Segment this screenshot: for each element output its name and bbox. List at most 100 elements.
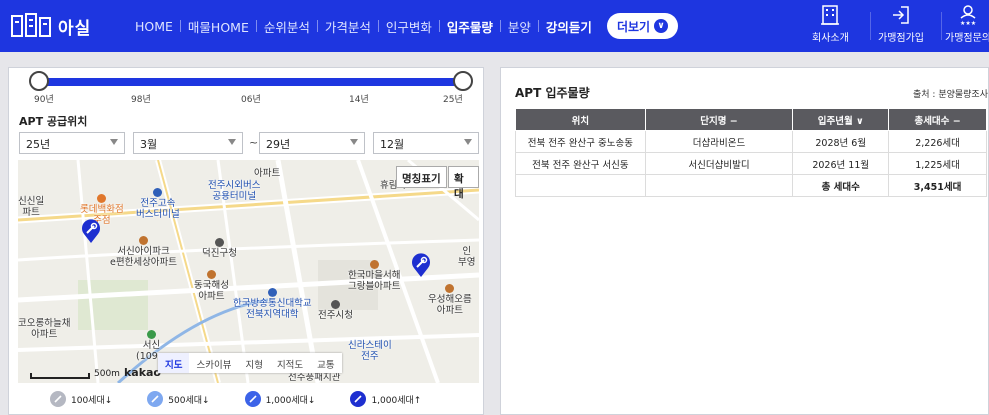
park-icon (146, 330, 156, 339)
year-range-slider[interactable] (31, 78, 461, 86)
to-year-select[interactable]: 29년 (259, 132, 365, 154)
table-row[interactable]: 전북 전주 완산구 서신동 서신더샵비발디 2026년 11월 1,225세대 (515, 152, 987, 175)
more-button[interactable]: 더보기 ∨ (606, 13, 679, 39)
map-label-text: 한국방송통신대학교 전북지역대학 (233, 298, 312, 320)
tab-map[interactable]: 지도 (158, 353, 190, 373)
map-provider-logo: kakao (123, 366, 161, 379)
company-info-link[interactable]: 회사소개 (812, 4, 849, 44)
to-month-value: 12월 (380, 138, 405, 151)
cell-households: 2,226세대 (888, 130, 987, 153)
map-label: 신신일 파트 (18, 196, 44, 218)
nav-home[interactable]: HOME (128, 19, 180, 34)
nav-move-in-supply[interactable]: 입주물량 (440, 17, 500, 36)
slider-start-handle[interactable] (29, 71, 49, 91)
slider-tick: 14년 (349, 95, 369, 105)
map-label-text: 전주고속 버스터미널 (136, 198, 180, 220)
district-office-icon (214, 238, 224, 247)
slider-end-handle[interactable] (453, 71, 473, 91)
map-label-text: 아파트 (254, 168, 281, 179)
franchise-inquiry-link[interactable]: ★★★ 가맹점문의 (945, 4, 989, 44)
table-header-row: 위치 단지명 − 입주년월 ∨ 총세대수 − (515, 108, 987, 131)
from-year-value: 25년 (26, 138, 51, 151)
building-icon (821, 5, 840, 25)
people-icon: ★★★ (960, 5, 976, 26)
to-month-select[interactable]: 12월 (373, 132, 479, 154)
map-label: 신라스테이 전주 (348, 340, 392, 362)
tab-cadastral[interactable]: 지적도 (270, 353, 310, 373)
pin-blue-icon (244, 391, 261, 407)
map-label: 전주고속 버스터미널 (136, 188, 180, 220)
pin-legend: 100세대↓ 500세대↓ 1,000세대↓ 1,000세대↑ (49, 390, 421, 408)
logo-icon (11, 13, 51, 37)
map-label-text: 전주풍패지관 (288, 372, 341, 383)
dept-store-icon (97, 194, 107, 203)
franchise-inquiry-label: 가맹점문의 (945, 33, 989, 44)
map-label-text: 한국마을서해 그랑블아파트 (348, 270, 401, 292)
company-info-label: 회사소개 (812, 33, 849, 44)
menu-divider (941, 12, 942, 40)
supply-table-panel: APT 입주물량 출처 : 분양물량조사 위치 단지명 − 입주년월 ∨ 총세대… (500, 67, 989, 415)
map-label-text: 신신일 파트 (18, 196, 45, 218)
tab-skyview[interactable]: 스카이뷰 (189, 353, 238, 373)
total-label: 총 세대수 (792, 174, 890, 197)
legend-label: 1,000세대↑ (371, 395, 422, 406)
supply-map-panel: 90년 98년 06년 14년 25년 APT 공급위치 25년 3월 ~ 29… (8, 67, 484, 415)
nav-presale[interactable]: 분양 (501, 17, 538, 36)
slider-tick: 25년 (443, 95, 463, 105)
map-label-text: 코오롱하늘채 아파트 (18, 318, 71, 340)
dropdown-arrow-icon (110, 139, 118, 145)
map-label: 우성해오름 아파트 (428, 284, 472, 316)
nav-price-analysis[interactable]: 가격분석 (318, 17, 378, 36)
column-households[interactable]: 총세대수 − (888, 108, 987, 131)
nav-listing-home[interactable]: 매물HOME (181, 17, 256, 36)
supply-table: 위치 단지명 − 입주년월 ∨ 총세대수 − 전북 전주 완산구 중노송동 더샵… (515, 108, 987, 197)
nav-population[interactable]: 인구변화 (379, 17, 439, 36)
pin-gray-icon (50, 391, 66, 407)
zoom-in-button[interactable]: 확대 (448, 166, 479, 200)
tab-traffic[interactable]: 교통 (310, 353, 341, 373)
chevron-down-icon: ∨ (654, 19, 669, 33)
map-label: 한국마을서해 그랑블아파트 (348, 260, 400, 292)
map-label: 코오롱하늘채 아파트 (18, 318, 70, 340)
location-pin-icon (412, 253, 430, 277)
supply-location-pin[interactable] (80, 218, 102, 244)
legend-label: 1,000세대↓ (265, 395, 316, 406)
svg-text:★★★: ★★★ (960, 20, 976, 26)
supply-map[interactable]: 롯데백화점 주점 전주고속 버스터미널 전주시외버스 공용터미널 신신일 파트 … (18, 160, 479, 383)
franchise-join-link[interactable]: 가맹점가입 (878, 4, 924, 44)
total-value: 3,451세대 (888, 174, 987, 197)
from-month-select[interactable]: 3월 (133, 132, 243, 154)
from-year-select[interactable]: 25년 (19, 132, 125, 154)
table-row[interactable]: 전북 전주 완산구 중노송동 더샵라비온드 2028년 6월 2,226세대 (515, 130, 987, 153)
apartment-icon (445, 284, 455, 293)
map-scale: 500m kakao (30, 366, 161, 379)
map-label: 전주풍패지관 (288, 372, 340, 383)
legend-item: 100세대↓ (49, 390, 112, 408)
logo[interactable]: 아실 (10, 12, 91, 40)
top-navigation-bar: 아실 HOME 매물HOME 순위분석 가격분석 인구변화 입주물량 분양 강의… (0, 0, 989, 52)
column-location[interactable]: 위치 (515, 108, 646, 131)
scale-bar (30, 373, 90, 379)
dropdown-arrow-icon (228, 139, 236, 145)
cell-move-in-date: 2028년 6월 (792, 130, 890, 153)
slider-tick: 90년 (34, 95, 54, 105)
cell-location: 전북 전주 완산구 서신동 (515, 152, 646, 175)
cell-complex: 더샵라비온드 (644, 130, 794, 153)
login-icon (893, 6, 909, 24)
nav-lectures[interactable]: 강의듣기 (539, 17, 599, 36)
more-button-label: 더보기 (616, 19, 651, 34)
nav-ranking[interactable]: 순위분석 (257, 17, 317, 36)
legend-label: 500세대↓ (168, 395, 210, 406)
range-separator: ~ (249, 136, 259, 149)
menu-divider (870, 12, 871, 40)
cell-households: 1,225세대 (888, 152, 987, 175)
slider-tick: 98년 (131, 95, 151, 105)
cell-move-in-date: 2026년 11월 (792, 152, 890, 175)
toggle-names-button[interactable]: 명칭표기 (396, 166, 447, 188)
supply-location-pin[interactable] (410, 252, 432, 278)
column-move-in-date[interactable]: 입주년월 ∨ (792, 108, 890, 131)
column-complex[interactable]: 단지명 − (644, 108, 794, 131)
tab-terrain[interactable]: 지형 (238, 353, 269, 373)
map-label-text: 전주시외버스 공용터미널 (208, 180, 261, 202)
scale-text: 500m (94, 369, 120, 379)
